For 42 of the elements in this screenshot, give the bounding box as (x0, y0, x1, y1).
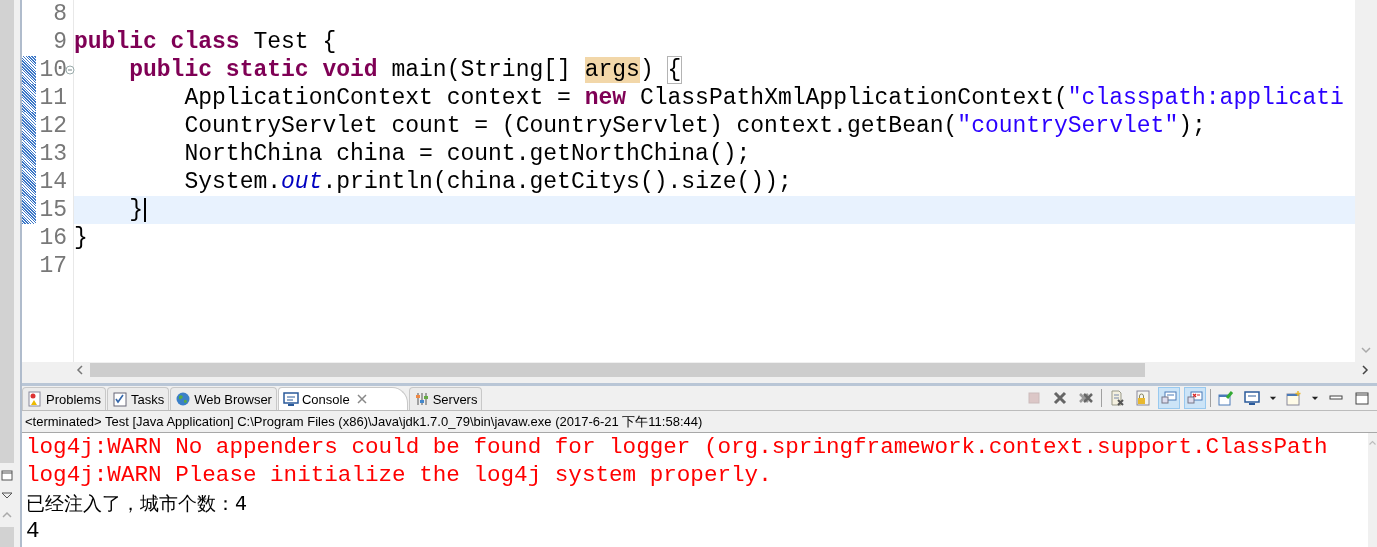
close-icon[interactable] (356, 394, 367, 404)
line-number: 11 (39, 85, 67, 111)
scroll-down-icon[interactable] (1360, 344, 1372, 356)
line-number: 10 (39, 57, 67, 83)
console-line: 已经注入了，城市个数：4 (26, 491, 248, 516)
line-number: 13 (39, 141, 67, 167)
code-line: } (74, 224, 88, 252)
panel-tab[interactable]: Console (277, 387, 408, 410)
code-line: ApplicationContext context = new ClassPathXmlApplicationContext("classpath:applicati (183, 84, 1344, 112)
restore-icon[interactable] (1, 469, 13, 481)
line-number: 14 (39, 169, 67, 195)
panel-tab[interactable]: Web Browser (170, 387, 277, 410)
code-line: public static void main(String[] args) { (128, 56, 682, 84)
monitor-error-icon[interactable] (1184, 387, 1206, 409)
code-line: public class Test { (74, 28, 337, 56)
panel-tab[interactable]: Problems (22, 387, 106, 410)
checklist-icon (111, 391, 128, 407)
monitor-icon (282, 391, 299, 407)
globe-icon (175, 391, 192, 407)
monitor-icon[interactable] (1158, 387, 1180, 409)
console-line: 4 (26, 517, 40, 545)
line-number: 17 (39, 253, 67, 279)
panel-tab[interactable]: Servers (408, 387, 483, 410)
line-number: 15 (39, 197, 67, 223)
line-number: 9 (53, 29, 67, 55)
code-line: NorthChina china = count.getNorthChina(); (183, 140, 751, 168)
console-line: log4j:WARN Please initialize the log4j system properly. (26, 461, 772, 489)
line-number: 12 (39, 113, 67, 139)
panel-tab[interactable]: Tasks (106, 387, 170, 410)
sliders-icon (413, 391, 430, 407)
code-line: } (74, 196, 146, 224)
console-line: log4j:WARN No appenders could be found for logger (org.springframework.context.support.ClassPath (26, 433, 1328, 461)
code-line: CountryServlet count = (CountryServlet) context.getBean("countryServlet"); (183, 112, 1206, 140)
view-menu-icon[interactable] (1, 489, 13, 501)
scrollbar-thumb[interactable] (90, 363, 1145, 377)
scroll-right-icon[interactable] (1359, 364, 1371, 376)
problems-icon (27, 391, 43, 407)
scroll-left-icon[interactable] (74, 364, 86, 376)
code-line: System.out.println(china.getCitys().size()); (183, 168, 792, 196)
collapse-icon[interactable] (65, 65, 75, 75)
line-number: 8 (53, 1, 67, 27)
line-number: 16 (39, 225, 67, 251)
